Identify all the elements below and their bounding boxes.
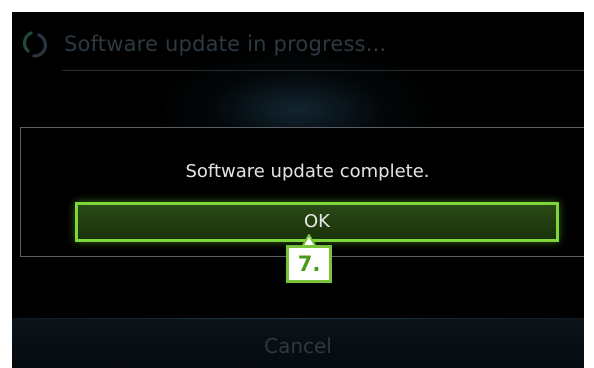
- ok-button[interactable]: OK: [75, 202, 559, 242]
- footer-divider: [12, 318, 584, 319]
- step-badge: 7.: [286, 245, 332, 283]
- footer-bar: Cancel: [12, 318, 584, 368]
- header-divider: [62, 70, 584, 71]
- spinner-icon: [22, 29, 56, 59]
- ok-button-label: OK: [304, 211, 330, 232]
- header-bar: Software update in progress...: [12, 12, 584, 70]
- update-screen: Software update in progress... Software …: [12, 12, 584, 368]
- cancel-button[interactable]: Cancel: [12, 326, 584, 366]
- header-title: Software update in progress...: [64, 32, 387, 56]
- dialog-message: Software update complete.: [185, 161, 430, 182]
- step-number: 7.: [297, 252, 321, 276]
